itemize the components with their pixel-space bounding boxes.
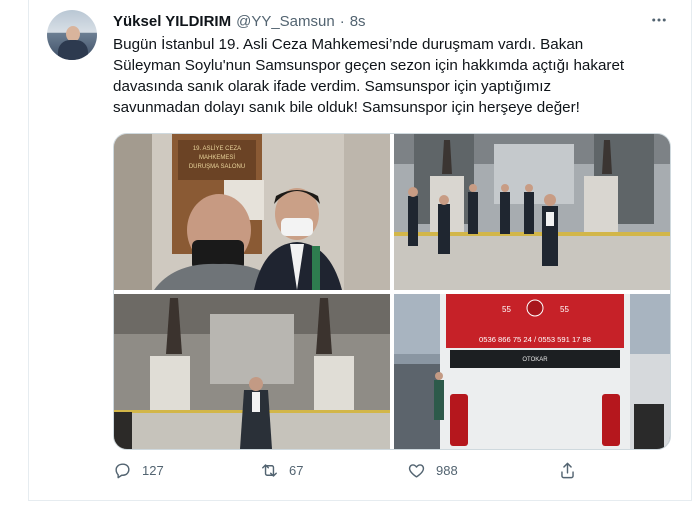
photo-bus-rear[interactable]: 55 55 0536 866 75 24 / 0553 591 17 98 OT…: [394, 294, 670, 449]
retweet-icon: [262, 464, 277, 477]
tweet-text: Bugün İstanbul 19. Asli Ceza Mahkemesi’n…: [113, 34, 673, 118]
media-grid: 19. ASLİYE CEZA MAHKEMESİ DURUŞMA SALONU: [113, 133, 671, 450]
sign-line: 19. ASLİYE CEZA: [193, 145, 241, 152]
tweet-text-line: Bugün İstanbul 19. Asli Ceza Mahkemesi’n…: [113, 36, 584, 53]
like-count: 988: [436, 463, 458, 478]
tweet-time[interactable]: 8s: [350, 13, 366, 30]
user-handle[interactable]: @YY_Samsun: [236, 13, 335, 30]
standing-in-hall-image: [114, 294, 390, 449]
reply-icon: [115, 463, 130, 479]
more-icon[interactable]: [648, 10, 670, 30]
separator-dot: ·: [339, 12, 345, 30]
courthouse-hall-image: [394, 134, 670, 290]
courtroom-selfie-image: 19. ASLİYE CEZA MAHKEMESİ DURUŞMA SALONU: [114, 134, 390, 290]
share-icon: [561, 462, 574, 479]
photo-standing-in-hall[interactable]: [114, 294, 390, 449]
bus-phone-numbers: 0536 866 75 24 / 0553 591 17 98: [479, 335, 591, 344]
tweet-text-line: Süleyman Soylu'nun Samsunspor geçen sezo…: [113, 57, 625, 74]
tweet-text-line: davasında sanık olarak ifade verdim. Sam…: [113, 78, 552, 95]
bus-brand: OTOKAR: [522, 357, 548, 363]
tweet-actions: 127 67 988: [113, 461, 583, 483]
sign-line: DURUŞMA SALONU: [189, 164, 245, 170]
more-horizontal-icon: [652, 18, 666, 22]
bus-rear-image: 55 55 0536 866 75 24 / 0553 591 17 98 OT…: [394, 294, 670, 449]
retweet-count: 67: [289, 463, 304, 478]
sign-line: MAHKEMESİ: [199, 154, 235, 161]
tweet-text-line: savunmadan dolayı sanık bile olduk! Sams…: [113, 99, 580, 116]
photo-courthouse-hall[interactable]: [394, 134, 670, 290]
like-button[interactable]: 988: [407, 461, 458, 480]
retweet-button[interactable]: 67: [260, 461, 303, 480]
reply-button[interactable]: 127: [113, 461, 164, 480]
share-button[interactable]: [558, 461, 577, 480]
photo-courtroom-selfie[interactable]: 19. ASLİYE CEZA MAHKEMESİ DURUŞMA SALONU: [114, 134, 390, 290]
reply-count: 127: [142, 463, 164, 478]
heart-icon: [408, 464, 425, 478]
tweet-header: Yüksel YILDIRIM @YY_Samsun · 8s: [113, 11, 366, 31]
avatar-body: [58, 40, 88, 60]
profile-avatar[interactable]: [47, 10, 97, 60]
display-name[interactable]: Yüksel YILDIRIM: [113, 13, 231, 30]
bus-emblem-left: 55: [502, 305, 511, 314]
bus-emblem-right: 55: [560, 305, 569, 314]
